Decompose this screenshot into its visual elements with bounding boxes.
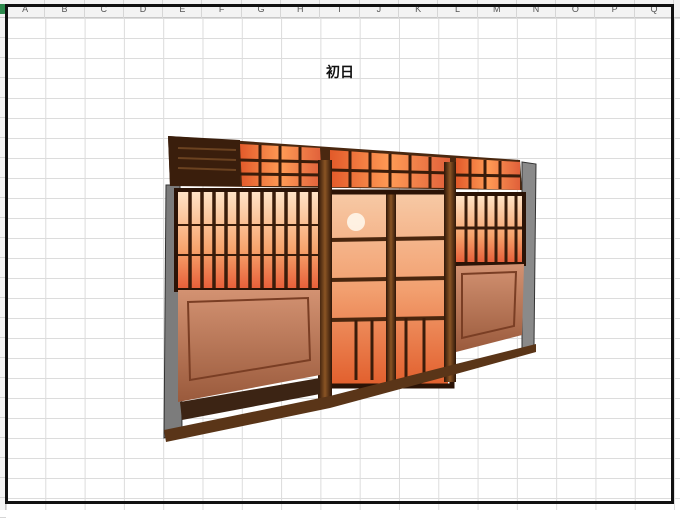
- column-header-h[interactable]: H: [281, 0, 321, 18]
- sheet-title-cell[interactable]: 初日: [300, 62, 380, 82]
- column-header-d[interactable]: D: [124, 0, 164, 18]
- column-header-n[interactable]: N: [517, 0, 557, 18]
- column-header-k[interactable]: K: [399, 0, 439, 18]
- column-header-e[interactable]: E: [163, 0, 203, 18]
- column-header-c[interactable]: C: [85, 0, 124, 18]
- column-header-p[interactable]: P: [596, 0, 635, 18]
- column-header-bar: ABCDEFGHIJKLMNOPQ: [0, 0, 680, 18]
- column-header-o[interactable]: O: [556, 0, 596, 18]
- column-header-a[interactable]: A: [6, 0, 46, 18]
- column-header-g[interactable]: G: [242, 0, 282, 18]
- column-header-q[interactable]: Q: [635, 0, 675, 18]
- column-header-b[interactable]: B: [45, 0, 85, 18]
- storefront-drawing: [163, 136, 537, 442]
- column-header-f[interactable]: F: [203, 0, 242, 18]
- column-header-l[interactable]: L: [438, 0, 478, 18]
- column-header-m[interactable]: M: [478, 0, 517, 18]
- column-header-i[interactable]: I: [320, 0, 360, 18]
- column-header-j[interactable]: J: [360, 0, 399, 18]
- storefront-illustration[interactable]: [160, 130, 540, 450]
